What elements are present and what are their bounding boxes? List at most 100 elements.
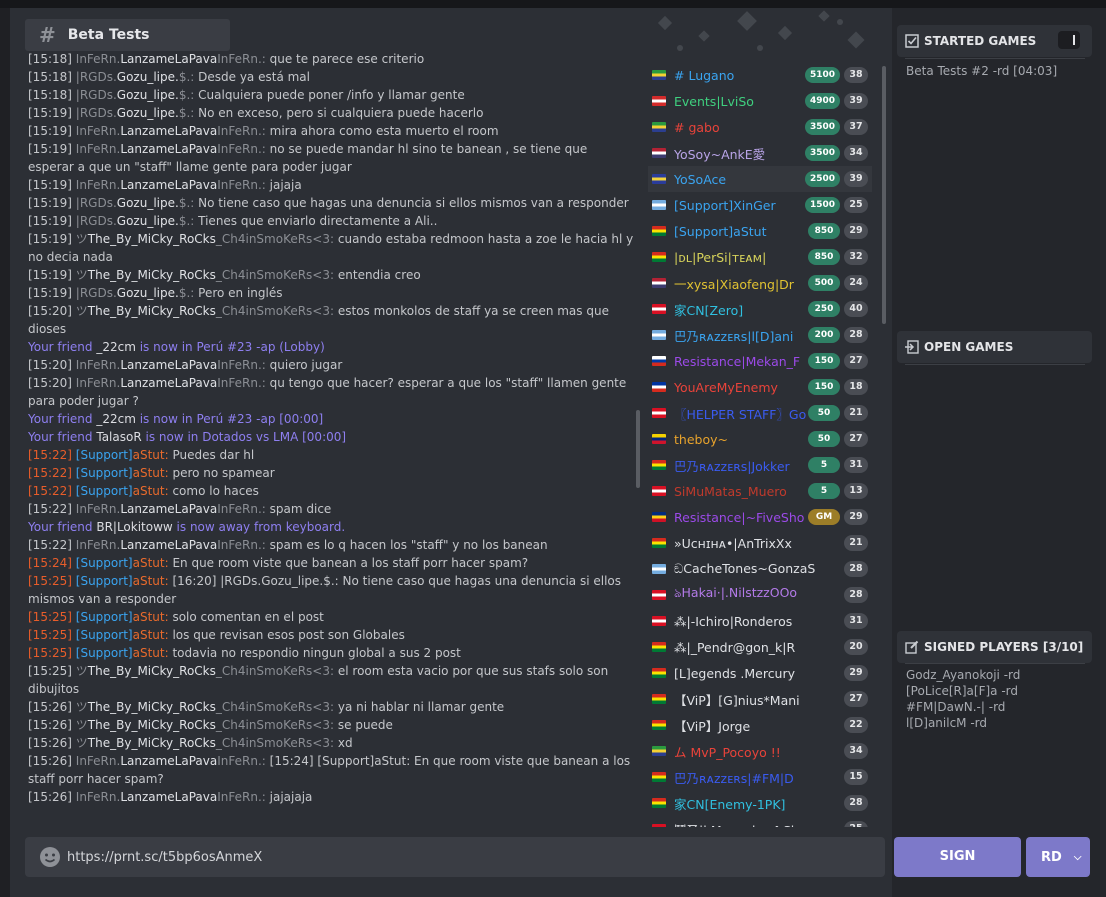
player-row[interactable]: 【ViP】Jorge 22 [648,712,872,738]
points-badge: 150 [808,379,840,395]
player-row[interactable]: # gabo 3500 37 [648,114,872,140]
author-name: LanzameLaPava [120,142,218,156]
emoji-icon[interactable] [39,846,61,868]
author-tag: ツ [75,718,88,732]
author-suffix: InFeRn.: [217,538,266,552]
player-row[interactable]: [Support]XinGer 1500 25 [648,192,872,218]
author-name: The_By_MiCky_RoCks [87,700,216,714]
player-row[interactable]: ⁂|-Ichiro|Ronderos 31 [648,608,872,634]
flag-icon [652,278,666,288]
author-name: Gozu_lipe. [116,214,179,228]
signed-player-item[interactable]: #FM|DawN.-| -rd [906,699,1005,715]
player-row[interactable]: [L]egends .Mercury 29 [648,660,872,686]
message-time: [15:20] [28,376,72,390]
channel-header[interactable]: # Beta Tests [25,19,230,51]
points-badge: 3500 [804,145,840,161]
author-tag: InFeRn. [75,538,121,552]
level-badge: 21 [844,405,868,421]
flag-icon [652,720,666,730]
message-time: [15:25] [28,610,72,624]
started-game-item[interactable]: Beta Tests #2 -rd [04:03] [906,63,1057,79]
flag-icon [652,200,666,210]
message-text: jajaja [269,178,302,192]
player-row[interactable]: Events|LviSo 4900 39 [648,88,872,114]
player-row[interactable]: [Support]aStut 850 29 [648,218,872,244]
system-text: is now in Dotados vs LMA [00:00] [141,430,347,444]
player-row[interactable]: # Lugano 5100 38 [648,62,872,88]
player-row[interactable]: 巴乃ʀᴀᴢᴢᴇʀs|l[D]ani 200 28 [648,322,872,348]
author-tag: |RGDs. [75,196,117,210]
points-badge: 2500 [804,171,840,187]
author-name: The_By_MiCky_RoCks [87,304,216,318]
author-suffix: _Ch4inSmoKeRs<3: [215,232,335,246]
chat-message: [15:19] |RGDs.Gozu_lipe.$.: Pero en ingl… [28,284,634,302]
channel-title: Beta Tests [67,27,150,43]
message-time: [15:18] [28,52,72,66]
player-row[interactable]: ム MvP_Pocoyo !! 34 [648,738,872,764]
player-row[interactable]: 〖HELPER STAFF〗Go 50 21 [648,400,872,426]
author-name: LanzameLaPava [120,124,218,138]
message-text: spam es lo q hacen los "staff" y no los … [269,538,548,552]
message-input[interactable] [67,849,847,865]
player-row[interactable]: |ᴅʟ|PerSi|ᴛᴇᴀᴍ| 850 32 [648,244,872,270]
chat-message: [15:19] ツThe_By_MiCky_RoCks_Ch4inSmoKeRs… [28,266,634,284]
player-row[interactable]: 家CN[Zero] 250 40 [648,296,872,322]
chat-message: [15:19] InFeRn.LanzameLaPavaInFeRn.: jaj… [28,176,634,194]
player-row[interactable]: YoSoy~AnkE愛 3500 34 [648,140,872,166]
message-time: [15:25] [28,646,72,660]
player-name: [Support]aStut [674,223,767,239]
author-suffix: _Ch4inSmoKeRs<3: [215,664,335,678]
player-row[interactable]: YouAreMyEnemy 150 18 [648,374,872,400]
message-time: [15:18] [28,70,72,84]
started-games-header[interactable]: STARTED GAMES [897,25,1092,57]
player-row[interactable]: theboy~ 50 27 [648,426,872,452]
flag-icon [652,96,666,106]
player-name: Resistance|~FiveSho [674,509,805,525]
author-tag: InFeRn. [75,376,121,390]
mode-select[interactable]: RD ⌵ [1026,837,1090,877]
player-row[interactable]: 巴乃ʀᴀᴢᴢᴇʀs|Jokker 5 31 [648,452,872,478]
author-name: LanzameLaPava [120,376,218,390]
player-row[interactable]: ⁂|_Pendr@gon_k|R 20 [648,634,872,660]
chat-message: [15:25] ツThe_By_MiCky_RoCks_Ch4inSmoKeRs… [28,662,634,698]
player-row[interactable]: ঌHakai·|.NilstzzOOo 28 [648,582,872,608]
player-list[interactable]: # Lugano 5100 38 Events|LviSo 4900 39 # gabo 35… [648,62,872,827]
signed-player-item[interactable]: [PoLice[R]a[F]a -rd [906,683,1018,699]
players-scrollbar[interactable] [882,66,886,324]
player-row[interactable]: SiMuMatas_Muero 5 13 [648,478,872,504]
sign-button[interactable]: SIGN [894,837,1021,877]
chat-message: [15:20] ツThe_By_MiCky_RoCks_Ch4inSmoKeRs… [28,302,634,338]
player-row[interactable]: 一xysa|Xiaofeng|Dr 500 24 [648,270,872,296]
system-message: Your friend _22cm is now in Perú #23 -ap… [28,338,634,356]
flag-icon [652,590,666,600]
author-tag: InFeRn. [75,52,121,66]
signed-player-item[interactable]: l[D]anilcM -rd [906,715,987,731]
message-time: [15:22] [28,538,72,552]
author-name: aStut: [132,466,169,480]
player-row[interactable]: »Uᴄʜɪʜᴀ•|AnTrixXx 21 [648,530,872,556]
author-name: aStut: [132,610,169,624]
player-name: 巴乃ʀᴀᴢᴢᴇʀs|l[D]ani [674,328,794,344]
player-row[interactable]: YoSoAce 2500 39 [648,166,872,192]
message-input-bar[interactable] [25,837,885,877]
open-games-header[interactable]: OPEN GAMES [897,331,1092,363]
player-row[interactable]: 鬥圣|l:Manucho ^Cl25 [648,816,872,827]
player-row[interactable]: 家CN[Enemy-1PK] 28 [648,790,872,816]
signed-player-item[interactable]: Godz_Ayanokoji -rd [906,667,1020,683]
chat-message: [15:26] ツThe_By_MiCky_RoCks_Ch4inSmoKeRs… [28,734,634,752]
player-row[interactable]: 【ViP】[G]nius*Mani 27 [648,686,872,712]
signed-players-header[interactable]: SIGNED PLAYERS [3/10] [897,631,1092,663]
player-name: 家CN[Enemy-1PK] [674,796,786,812]
player-row[interactable]: ඞCacheTones~GonzaS 28 [648,556,872,582]
system-text: Your friend [28,340,97,354]
divider [905,364,1085,365]
collapse-toggle[interactable] [1058,31,1080,49]
author-tag: InFeRn. [75,124,121,138]
player-row[interactable]: Resistance|~FiveSho GM 29 [648,504,872,530]
player-name: theboy~ [674,431,728,447]
chat-scrollbar[interactable] [636,410,640,488]
chat-log[interactable]: [15:18] InFeRn.LanzameLaPavaInFeRn.: que… [28,50,634,826]
player-row[interactable]: Resistance|Mekan_F 150 27 [648,348,872,374]
chat-message: [15:26] InFeRn.LanzameLaPavaInFeRn.: [15… [28,752,634,788]
player-row[interactable]: 巴乃ʀᴀᴢᴢᴇʀs|#FM|D 15 [648,764,872,790]
